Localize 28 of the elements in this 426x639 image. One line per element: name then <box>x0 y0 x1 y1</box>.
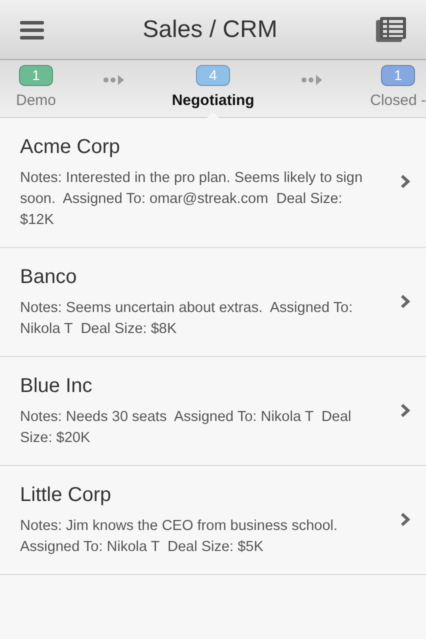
list-icon[interactable] <box>376 16 406 42</box>
pointer-icon <box>207 112 220 118</box>
chevron-icon <box>400 174 410 189</box>
app-title: Sales / CRM <box>142 14 278 44</box>
count-badge: 4 <box>196 64 230 86</box>
deal-name: Blue Inc <box>20 374 94 399</box>
deal-row[interactable]: Little Corp Notes: Jim knows the CEO from business school. Assigned To: Nikola T Deal Size: $5K <box>0 466 426 575</box>
chevron-icon <box>400 512 410 526</box>
deal-notes: Notes: Needs 30 seats Assigned To: Nikola T Deal Size: $20K <box>20 408 352 448</box>
deal-row[interactable]: Blue Inc Notes: Needs 30 seats Assigned To: Nikola T Deal Size: $20K <box>0 357 426 466</box>
deal-row[interactable]: Banco Notes: Seems uncertain about extras. Assigned To: Nikola T Deal Size: $8K <box>0 248 426 357</box>
arrow-icon <box>102 74 125 84</box>
count-badge: 1 <box>19 64 53 86</box>
stage-tab[interactable]: 1 Demo <box>0 60 56 117</box>
arrow-icon <box>301 74 324 84</box>
deal-notes: Notes: Jim knows the CEO from business school. Assigned To: Nikola T Deal Size: $5K <box>20 517 339 557</box>
deal-name: Acme Corp <box>20 135 122 160</box>
stage-tab[interactable]: 1 Closed - <box>370 60 426 117</box>
menu-icon[interactable] <box>20 20 44 40</box>
deal-notes: Notes: Seems uncertain about extras. Assigned To: Nikola T Deal Size: $8K <box>20 299 354 339</box>
deal-row[interactable]: Acme Corp Notes: Interested in the pro plan. Seems likely to sign soon. Assigned To: omar@streak.com Deal Size: $12K <box>0 118 426 248</box>
chevron-icon <box>400 402 410 418</box>
stage-tab[interactable]: 4 Negotiating <box>172 60 254 117</box>
deal-name: Banco <box>20 265 78 290</box>
deal-name: Little Corp <box>20 483 112 508</box>
deal-notes: Notes: Interested in the pro plan. Seems likely to sign soon. Assigned To: omar@streak.com Deal Size: $12K <box>20 169 364 230</box>
chevron-icon <box>400 294 410 308</box>
count-badge: 1 <box>381 64 416 86</box>
